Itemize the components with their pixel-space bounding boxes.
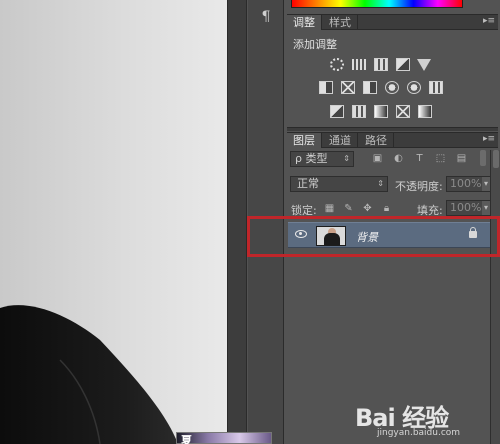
fill-field[interactable]: 100% ▾: [446, 200, 494, 216]
filter-adjustment-icon[interactable]: ◐: [393, 153, 404, 164]
scrollbar-thumb[interactable]: [493, 150, 499, 168]
canvas-scroll-divider: [227, 0, 247, 444]
document-canvas[interactable]: [0, 0, 227, 444]
hue-saturation-icon[interactable]: [319, 81, 333, 94]
chevron-updown-icon: ⇕: [377, 179, 384, 188]
filter-shape-icon[interactable]: ⬚: [435, 153, 446, 164]
black-white-icon[interactable]: [363, 81, 377, 94]
lock-all-icon[interactable]: 🔒︎: [381, 203, 392, 214]
lock-brush-icon[interactable]: ✎: [343, 203, 354, 214]
bottom-image-preview: 夏: [176, 432, 272, 444]
fill-value: 100%: [450, 201, 482, 214]
color-spectrum-strip[interactable]: [291, 0, 463, 8]
levels-icon[interactable]: [352, 59, 366, 70]
lock-move-icon[interactable]: ✥: [362, 203, 373, 214]
layer-filter-dropdown[interactable]: ρ 类型 ⇕: [290, 151, 354, 167]
layers-panel-menu-icon[interactable]: ▸≡: [483, 134, 495, 144]
adjustment-icons-row-3: [285, 104, 500, 122]
photo-filter-icon[interactable]: [385, 81, 399, 94]
tab-styles[interactable]: 样式: [323, 15, 358, 30]
adjustment-icons-row-1: [285, 57, 500, 75]
tab-adjustments[interactable]: 调整: [287, 15, 322, 30]
vibrance-icon[interactable]: [417, 59, 431, 71]
filter-toggle[interactable]: [480, 150, 486, 166]
filter-label: ρ 类型: [295, 152, 328, 165]
highlight-annotation-box: [247, 216, 500, 257]
color-balance-icon[interactable]: [341, 81, 355, 94]
tab-layers[interactable]: 图层: [287, 133, 322, 148]
chevron-down-icon[interactable]: ▾: [481, 177, 490, 191]
color-lookup-icon[interactable]: [429, 81, 443, 94]
blend-mode-value: 正常: [297, 177, 319, 190]
add-adjustment-title: 添加调整: [293, 38, 337, 51]
tab-channels[interactable]: 通道: [323, 133, 358, 148]
opacity-label: 不透明度:: [395, 180, 443, 193]
chevron-updown-icon: ⇕: [343, 154, 350, 163]
paragraph-panel-button[interactable]: ¶: [255, 6, 277, 28]
brightness-icon[interactable]: [330, 58, 344, 71]
portrait-photo: [0, 305, 178, 444]
filter-smart-object-icon[interactable]: ▤: [456, 153, 467, 164]
exposure-icon[interactable]: [396, 58, 410, 71]
filter-pixel-icon[interactable]: ▣: [372, 153, 383, 164]
adjustment-icons-row-2: [285, 80, 500, 98]
tab-paths[interactable]: 路径: [359, 133, 394, 148]
blend-mode-dropdown[interactable]: 正常 ⇕: [290, 176, 388, 192]
chevron-down-icon[interactable]: ▾: [481, 201, 490, 215]
threshold-icon[interactable]: [374, 105, 388, 118]
preview-text: 夏: [181, 434, 192, 444]
gradient-map-icon[interactable]: [418, 105, 432, 118]
baidu-watermark: Bai 经验 jingyan.baidu.com: [355, 398, 495, 440]
channel-mixer-icon[interactable]: [407, 81, 421, 94]
opacity-value: 100%: [450, 177, 482, 190]
posterize-icon[interactable]: [352, 105, 366, 118]
curves-icon[interactable]: [374, 58, 388, 71]
filter-type-icon[interactable]: T: [414, 153, 425, 164]
opacity-field[interactable]: 100% ▾: [446, 176, 494, 192]
layers-tabbar: 图层 通道 路径 ▸≡: [287, 132, 498, 148]
adjustments-tabbar: 调整 样式 ▸≡: [287, 14, 498, 30]
watermark-url: jingyan.baidu.com: [377, 428, 461, 438]
invert-icon[interactable]: [330, 105, 344, 118]
panel-divider: [287, 127, 498, 131]
panel-menu-icon[interactable]: ▸≡: [483, 16, 495, 26]
selective-color-icon[interactable]: [396, 105, 410, 118]
lock-transparent-icon[interactable]: ▦: [324, 203, 335, 214]
